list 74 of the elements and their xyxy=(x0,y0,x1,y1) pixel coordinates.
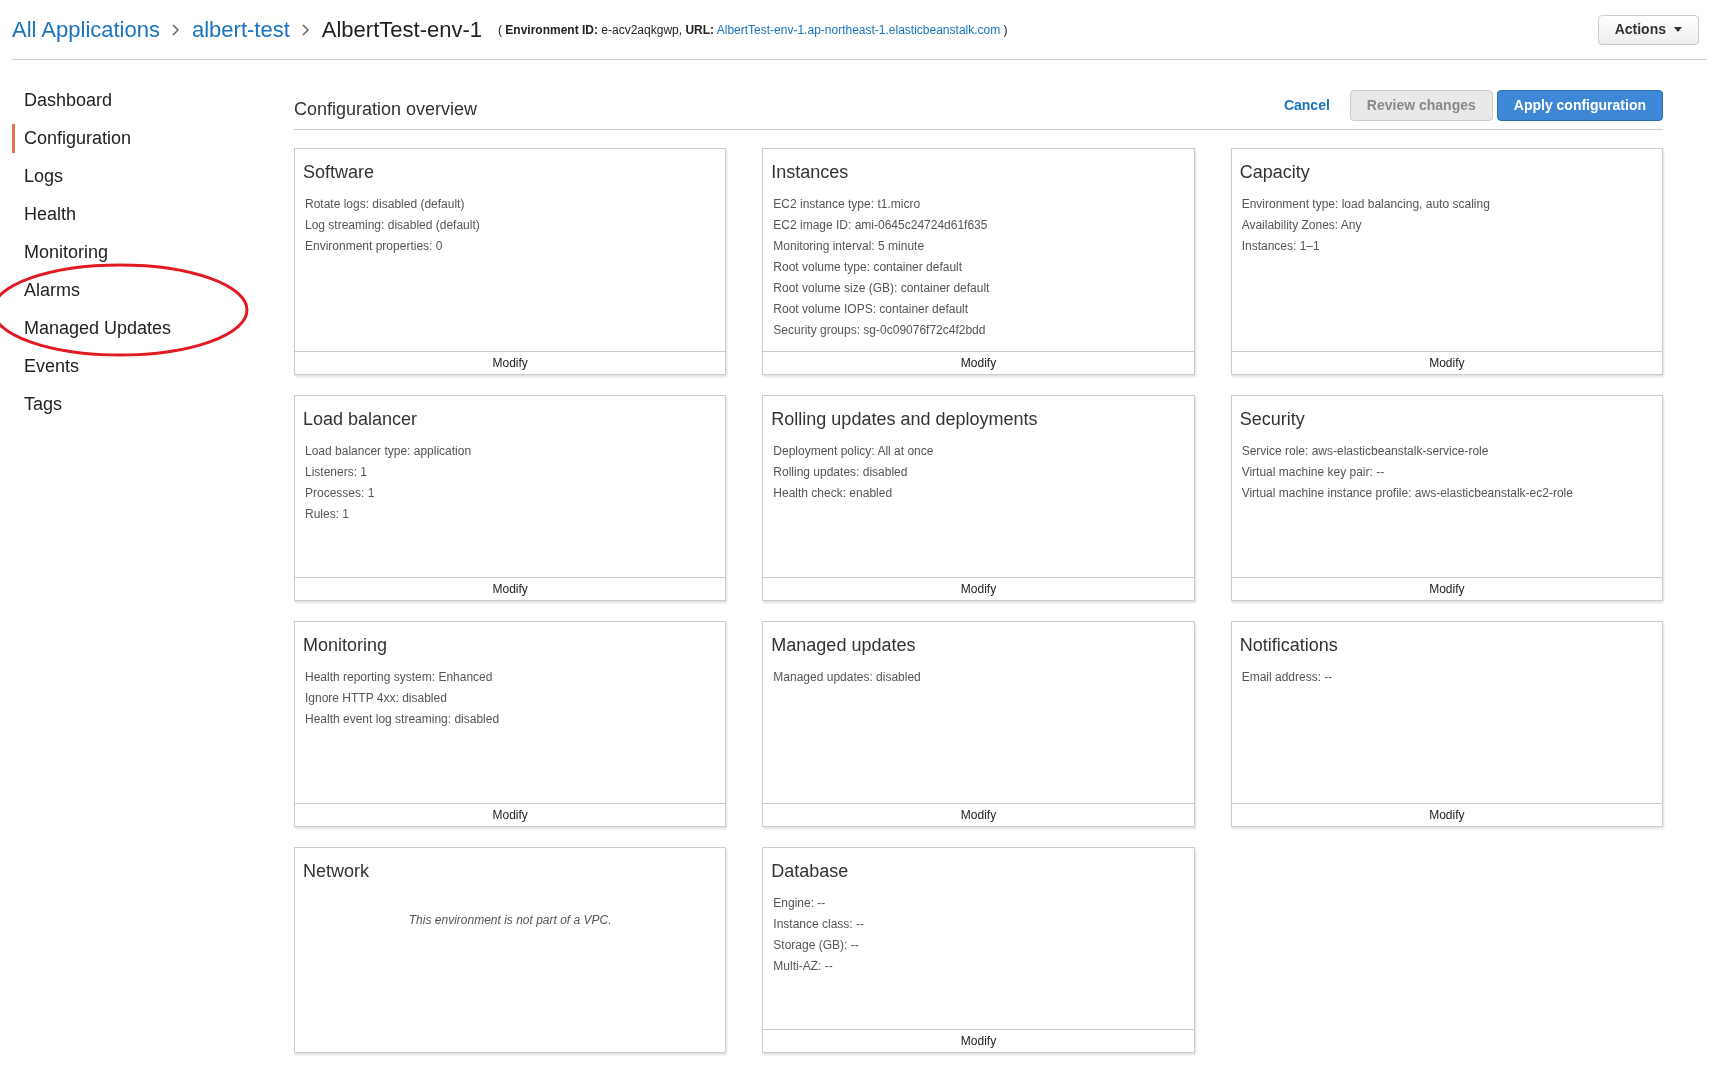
setting-text: Service role: aws-elasticbeanstalk-service-role xyxy=(1240,443,1490,460)
setting-text: EC2 image ID: ami-0645c24724d61f635 xyxy=(772,217,989,234)
card-title: Capacity xyxy=(1239,161,1311,184)
setting-text: Storage (GB): -- xyxy=(772,937,860,954)
sidebar-item[interactable]: Dashboard xyxy=(12,86,294,115)
setting-text: Processes: 1 xyxy=(304,485,376,502)
modify-button[interactable]: Modify xyxy=(295,577,726,600)
setting-text: Health event log streaming: disabled xyxy=(304,711,501,728)
setting-text: Email address: -- xyxy=(1240,669,1334,686)
modify-button[interactable]: Modify xyxy=(295,803,726,826)
setting-text: Environment properties: 0 xyxy=(304,238,444,255)
setting-text: Root volume IOPS: container default xyxy=(772,301,970,318)
setting-text: Deployment policy: All at once xyxy=(772,443,935,460)
modify-button[interactable]: Modify xyxy=(1231,803,1662,826)
sidebar-item[interactable]: Logs xyxy=(12,162,294,191)
setting-text: Health check: enabled xyxy=(772,485,894,502)
setting-text: Availability Zones: Any xyxy=(1240,217,1363,234)
sidebar-item[interactable]: Tags xyxy=(12,390,294,419)
card-title: Instances xyxy=(771,161,850,184)
setting-text: Log streaming: disabled (default) xyxy=(304,217,481,234)
card-title: Rolling updates and deployments xyxy=(771,408,1039,431)
modify-button[interactable]: Modify xyxy=(763,351,1194,374)
card-title: Database xyxy=(771,860,850,883)
setting-text: Engine: -- xyxy=(772,895,827,912)
setting-text: Rotate logs: disabled (default) xyxy=(304,196,466,213)
setting-text: Security groups: sg-0c09076f72c4f2bdd xyxy=(772,322,987,339)
setting-text: Virtual machine instance profile: aws-elasticbeanstalk-ec2-role xyxy=(1240,485,1574,502)
setting-text: Multi-AZ: -- xyxy=(772,958,834,975)
apply-button[interactable]: Apply configuration xyxy=(1496,90,1663,121)
setting-text: Environment type: load balancing, auto scaling xyxy=(1240,196,1491,213)
setting-text: Virtual machine key pair: -- xyxy=(1240,464,1386,481)
sidebar-item[interactable]: Managed Updates xyxy=(12,314,294,343)
cancel-link[interactable]: Cancel xyxy=(1267,90,1346,121)
caret-icon xyxy=(1674,27,1682,32)
chevron-right-icon xyxy=(301,23,310,36)
setting-text: Root volume size (GB): container default xyxy=(772,280,991,297)
sidebar-item[interactable]: Monitoring xyxy=(12,238,294,267)
card-title: Managed updates xyxy=(771,634,917,657)
setting-text: Rolling updates: disabled xyxy=(772,464,909,481)
environment-name: AlbertTest-env-1 xyxy=(321,16,482,44)
page-title: Configuration overview xyxy=(294,98,478,121)
note-text: This environment is not part of a VPC. xyxy=(407,912,613,929)
setting-text: EC2 instance type: t1.micro xyxy=(772,196,922,213)
actions-button[interactable]: Actions xyxy=(1597,14,1699,45)
modify-button[interactable]: Modify xyxy=(1231,351,1662,374)
chevron-right-icon xyxy=(172,23,180,36)
card-title: Network xyxy=(303,860,370,883)
setting-text: Monitoring interval: 5 minute xyxy=(772,238,926,255)
environment-info: ( Environment ID: e-acv2aqkgwp, URL: AlbertTest-env-1.ap-northeast-1.elasticbeanstalk.com ) xyxy=(498,21,1008,39)
setting-text: Instance class: -- xyxy=(772,916,866,933)
card-title: Security xyxy=(1239,408,1306,431)
environment-url-link[interactable]: AlbertTest-env-1.ap-northeast-1.elasticbeanstalk.com xyxy=(716,22,1001,37)
setting-text: Instances: 1–1 xyxy=(1240,238,1321,255)
card-title: Monitoring xyxy=(303,634,389,657)
setting-text: Rules: 1 xyxy=(304,506,351,523)
sidebar-item[interactable]: Alarms xyxy=(12,276,294,305)
card-title: Software xyxy=(303,161,376,184)
setting-text: Root volume type: container default xyxy=(772,259,964,276)
breadcrumb-link[interactable]: albert-test xyxy=(192,13,290,46)
setting-text: Managed updates: disabled xyxy=(772,669,922,686)
sidebar-item[interactable]: Events xyxy=(12,352,294,381)
modify-button[interactable]: Modify xyxy=(1231,577,1662,600)
modify-button[interactable]: Modify xyxy=(763,577,1194,600)
card-title: Load balancer xyxy=(303,408,419,431)
setting-text: Health reporting system: Enhanced xyxy=(304,669,494,686)
breadcrumb-link[interactable]: All Applications xyxy=(12,13,160,46)
sidebar-item[interactable]: Health xyxy=(12,200,294,229)
setting-text: Load balancer type: application xyxy=(304,443,473,460)
modify-button[interactable]: Modify xyxy=(295,351,726,374)
modify-button[interactable]: Modify xyxy=(763,1029,1194,1052)
setting-text: Ignore HTTP 4xx: disabled xyxy=(304,690,448,707)
card-title: Notifications xyxy=(1239,634,1339,657)
modify-button[interactable]: Modify xyxy=(763,803,1194,826)
setting-text: Listeners: 1 xyxy=(304,464,369,481)
